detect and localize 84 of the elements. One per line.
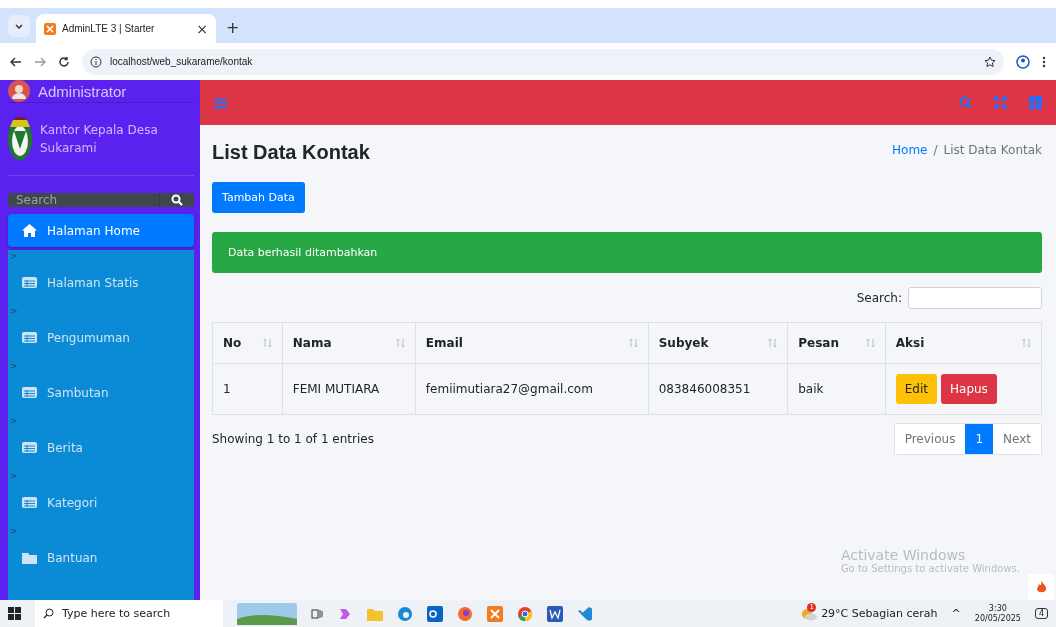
tab-list-button[interactable] (8, 15, 30, 37)
task-view-icon[interactable] (311, 607, 323, 620)
sort-icon (395, 338, 405, 348)
delete-button[interactable]: Hapus (941, 374, 997, 404)
column-header[interactable]: Email (415, 322, 649, 364)
edge-icon[interactable] (397, 605, 413, 622)
forward-icon[interactable] (34, 56, 46, 67)
windows-start-icon[interactable] (8, 607, 21, 620)
sort-icon (768, 338, 778, 348)
sidebar-item[interactable]: Halaman Home (8, 214, 194, 247)
arrow-marker: > (9, 415, 19, 428)
breadcrumb-link[interactable]: Home (892, 143, 928, 157)
flame-button[interactable] (1028, 574, 1054, 600)
word-icon[interactable] (547, 605, 563, 622)
close-tab-button[interactable]: × (196, 20, 208, 37)
sort-icon (628, 338, 638, 348)
notification-button[interactable]: 4 (1034, 608, 1048, 619)
chrome-icon[interactable] (517, 605, 533, 622)
table-search-field[interactable] (908, 287, 1042, 309)
chevron-down-icon (15, 23, 23, 29)
column-header[interactable]: No (212, 322, 283, 364)
sort-icon (1022, 338, 1031, 348)
landscape-drawing (237, 602, 297, 625)
breadcrumb-current: List Data Kontak (943, 143, 1042, 157)
emblem-logo-icon (8, 117, 32, 161)
reload-icon[interactable] (58, 55, 70, 68)
activation-title: Activate Windows (840, 547, 967, 563)
weather-text[interactable]: 29°C Sebagian cerah (821, 607, 938, 620)
brand-name: Kantor Kepala Desa Sukarami (40, 122, 159, 157)
add-data-button[interactable]: Tambah Data (212, 182, 305, 213)
outlook-icon[interactable] (427, 605, 443, 622)
avatar-icon (8, 80, 30, 102)
table-icon (22, 387, 37, 398)
show-hidden-icons-button[interactable]: ^ (951, 607, 961, 620)
table-icon (22, 497, 37, 508)
table-icon (22, 332, 37, 343)
taskbar-search-field[interactable]: Type here to search (35, 600, 223, 627)
home-icon (22, 224, 37, 237)
table-icon (22, 277, 37, 288)
sort-icon (865, 338, 875, 348)
search-icon[interactable] (171, 194, 183, 206)
star-icon[interactable] (984, 55, 996, 68)
page-title: List Data Kontak (212, 141, 370, 164)
column-header[interactable]: Subyek (648, 322, 788, 364)
breadcrumb-separator: / (933, 143, 938, 157)
search-label: Search: (856, 291, 902, 305)
column-header[interactable]: Nama (282, 322, 416, 364)
column-header[interactable]: Pesan (787, 322, 886, 364)
xampp-icon[interactable] (487, 605, 503, 622)
table-cell: 083846008351 (648, 363, 788, 415)
folder-icon (22, 551, 37, 564)
table-cell: 1 (212, 363, 283, 415)
user-name: Administrator (38, 82, 127, 100)
arrow-marker: > (9, 525, 19, 538)
xampp-logo-icon (44, 22, 56, 35)
table-cell: FEMI MUTIARA (282, 363, 416, 415)
column-header[interactable]: Aksi (885, 322, 1042, 364)
flame-icon (1035, 580, 1047, 594)
activation-message: Go to Settings to activate Windows. (840, 563, 1020, 574)
sort-icon (262, 338, 272, 348)
arrow-marker: > (9, 360, 19, 373)
new-tab-button[interactable]: + (226, 18, 240, 37)
clock[interactable]: 3:30 20/05/2025 (974, 603, 1021, 624)
arrow-marker: > (9, 305, 19, 318)
arrow-marker: > (9, 470, 19, 483)
edit-button[interactable]: Edit (895, 374, 937, 404)
more-icon[interactable] (1042, 55, 1046, 68)
back-icon[interactable] (10, 56, 22, 67)
pagination-button[interactable]: 1 (965, 424, 994, 454)
table-cell: baik (787, 363, 886, 415)
search-icon (43, 608, 54, 619)
table-icon (22, 442, 37, 453)
browser-tab[interactable]: AdminLTE 3 | Starter × (36, 14, 216, 43)
table-cell: femiimutiara27@gmail.com (415, 363, 649, 415)
sidebar-search-field[interactable]: Search (8, 193, 159, 207)
entries-info: Showing 1 to 1 of 1 entries (212, 432, 374, 446)
address-bar[interactable]: localhost/web_sukarame/kontak (82, 48, 1004, 75)
firefox-icon[interactable] (457, 605, 473, 622)
success-alert: Data berhasil ditambahkan (212, 232, 1042, 273)
vscode-icon[interactable] (577, 605, 593, 622)
sidebar-search-button[interactable] (159, 193, 194, 207)
arrow-marker: > (9, 250, 19, 263)
profile-icon[interactable] (1016, 54, 1030, 69)
info-icon (90, 55, 102, 68)
